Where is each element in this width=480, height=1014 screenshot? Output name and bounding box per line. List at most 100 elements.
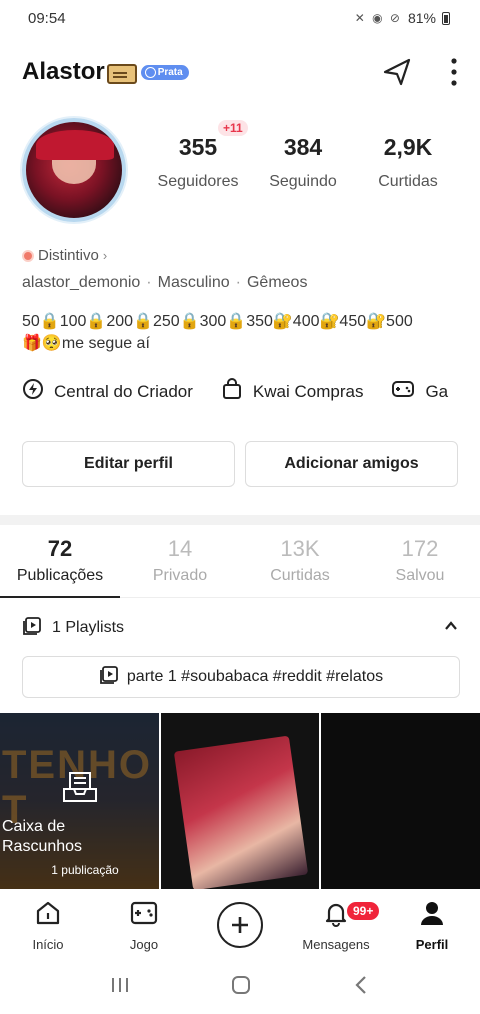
video-grid: TENHO T Caixa de Rascunhos 1 publicação xyxy=(0,713,480,889)
tab-label: Publicações xyxy=(16,567,104,584)
nav-label: Perfil xyxy=(415,936,449,952)
gamepad-icon xyxy=(391,378,415,405)
home-button-icon[interactable] xyxy=(230,974,252,1001)
video-thumbnail[interactable] xyxy=(160,713,320,889)
playlists-header[interactable]: 1 Playlists xyxy=(22,610,460,646)
badge-label: Distintivo xyxy=(38,247,99,264)
kwai-shop-link[interactable]: Kwai Compras xyxy=(221,378,364,405)
games-link[interactable]: Ga xyxy=(391,378,448,405)
stat-value: 2,9K xyxy=(383,134,433,160)
profile-summary: +11 355 Seguidores 384 Seguindo 2,9K Cur… xyxy=(0,112,480,232)
tab-label: Salvou xyxy=(395,567,445,584)
followers-delta-badge: +11 xyxy=(218,120,248,136)
stat-label: Seguindo xyxy=(269,173,337,190)
tab-private[interactable]: 14 Privado xyxy=(120,536,240,597)
tier-badge[interactable]: Prata xyxy=(140,64,189,80)
nav-label: Início xyxy=(32,936,64,952)
avatar[interactable] xyxy=(22,118,126,222)
video-artwork xyxy=(173,735,308,889)
creator-center-label: Central do Criador xyxy=(54,381,193,401)
creator-center-link[interactable]: Central do Criador xyxy=(22,378,193,405)
radio-icon xyxy=(106,64,137,84)
drafts-tile[interactable]: TENHO T Caixa de Rascunhos 1 publicação xyxy=(0,713,159,889)
badge-icon xyxy=(22,249,34,262)
stat-value: 355 xyxy=(178,134,218,160)
profile-header: Alastor Prata xyxy=(0,50,480,94)
nav-label: Mensagens xyxy=(302,936,370,952)
user-gender: Masculino xyxy=(157,274,230,291)
tier-label: Prata xyxy=(157,66,183,78)
tab-label: Privado xyxy=(152,567,208,584)
content-tabs: 72 Publicações 14 Privado 13K Curtidas 1… xyxy=(0,536,480,598)
home-icon xyxy=(34,899,62,932)
separator: · xyxy=(235,274,241,291)
tab-saved[interactable]: 172 Salvou xyxy=(360,536,480,597)
stat-label: Seguidores xyxy=(157,173,239,190)
battery-icon xyxy=(442,11,450,25)
status-bar: 09:54 ✕ ◉ ⊘ 81% xyxy=(0,0,480,36)
separator: · xyxy=(146,274,152,291)
badge-link[interactable]: Distintivo › xyxy=(22,247,107,264)
stat-following[interactable]: 384 Seguindo xyxy=(253,134,353,191)
shopping-bag-icon xyxy=(221,378,243,405)
nav-messages[interactable]: 99+ Mensagens xyxy=(288,899,384,952)
bio-line: 🎁🥺me segue aí xyxy=(22,335,150,352)
creator-tools: Central do Criador Kwai Compras Ga xyxy=(22,378,480,405)
plus-icon xyxy=(217,902,263,948)
profile-stats: +11 355 Seguidores 384 Seguindo 2,9K Cur… xyxy=(148,120,458,191)
bio-line: 50🔒100🔒200🔒250🔒300🔒350🔐400🔐450🔐500 xyxy=(22,313,413,330)
chevron-right-icon: › xyxy=(102,248,108,263)
username: Alastor xyxy=(22,58,105,85)
add-friends-button[interactable]: Adicionar amigos xyxy=(245,441,458,487)
tab-count: 14 xyxy=(167,536,193,561)
tier-icon xyxy=(144,66,156,78)
tab-count: 72 xyxy=(47,536,73,561)
system-nav-bar xyxy=(0,961,480,1014)
messages-badge: 99+ xyxy=(346,900,381,921)
drafts-title: Caixa de Rascunhos xyxy=(2,818,83,855)
gamepad-icon xyxy=(129,899,159,932)
edit-profile-button[interactable]: Editar perfil xyxy=(22,441,235,487)
more-options-icon[interactable] xyxy=(450,57,458,87)
stat-value: 384 xyxy=(283,134,323,160)
lightning-icon xyxy=(22,378,44,405)
playlist-icon xyxy=(22,616,42,641)
stat-followers[interactable]: +11 355 Seguidores xyxy=(148,120,248,191)
tab-publications[interactable]: 72 Publicações xyxy=(0,536,120,598)
recent-apps-icon[interactable] xyxy=(109,975,131,1000)
tab-label: Curtidas xyxy=(270,567,330,584)
chevron-up-icon[interactable] xyxy=(442,617,460,640)
bottom-nav: Início Jogo 99+ Mensagens Perfil xyxy=(0,889,480,961)
nav-label: Jogo xyxy=(129,936,159,952)
tab-likes[interactable]: 13K Curtidas xyxy=(240,536,360,597)
video-thumbnail[interactable] xyxy=(321,713,480,889)
nav-home[interactable]: Início xyxy=(0,899,96,952)
header-actions xyxy=(380,55,458,89)
battery-percent: 81% xyxy=(407,10,436,26)
share-icon[interactable] xyxy=(380,55,414,89)
back-icon[interactable] xyxy=(351,974,371,1001)
profile-info: alastor_demonio · Masculino · Gêmeos xyxy=(22,274,307,292)
tab-count: 172 xyxy=(401,536,439,561)
user-handle: alastor_demonio xyxy=(22,274,141,291)
status-right: ✕ ◉ ⊘ 81% xyxy=(355,10,450,26)
nav-profile[interactable]: Perfil xyxy=(384,899,480,952)
user-sign: Gêmeos xyxy=(246,274,308,291)
inbox-icon xyxy=(62,771,98,808)
playlist-item[interactable]: parte 1 #soubabaca #reddit #relatos xyxy=(22,656,460,698)
nav-games[interactable]: Jogo xyxy=(96,899,192,952)
bio: 50🔒100🔒200🔒250🔒300🔒350🔐400🔐450🔐500 🎁🥺me … xyxy=(22,311,462,355)
person-icon xyxy=(418,899,446,932)
tab-count: 13K xyxy=(280,536,320,561)
games-label: Ga xyxy=(425,381,449,401)
stat-likes[interactable]: 2,9K Curtidas xyxy=(358,134,458,191)
playlist-title: parte 1 #soubabaca #reddit #relatos xyxy=(126,668,384,685)
section-divider xyxy=(0,515,480,525)
playlists-count-label: 1 Playlists xyxy=(52,619,125,636)
status-time: 09:54 xyxy=(28,9,66,27)
drafts-count: 1 publicação xyxy=(51,863,119,877)
status-icons: ✕ ◉ ⊘ xyxy=(354,11,402,25)
bell-icon xyxy=(322,899,350,932)
nav-create[interactable] xyxy=(192,902,288,948)
kwai-shop-label: Kwai Compras xyxy=(252,381,364,401)
